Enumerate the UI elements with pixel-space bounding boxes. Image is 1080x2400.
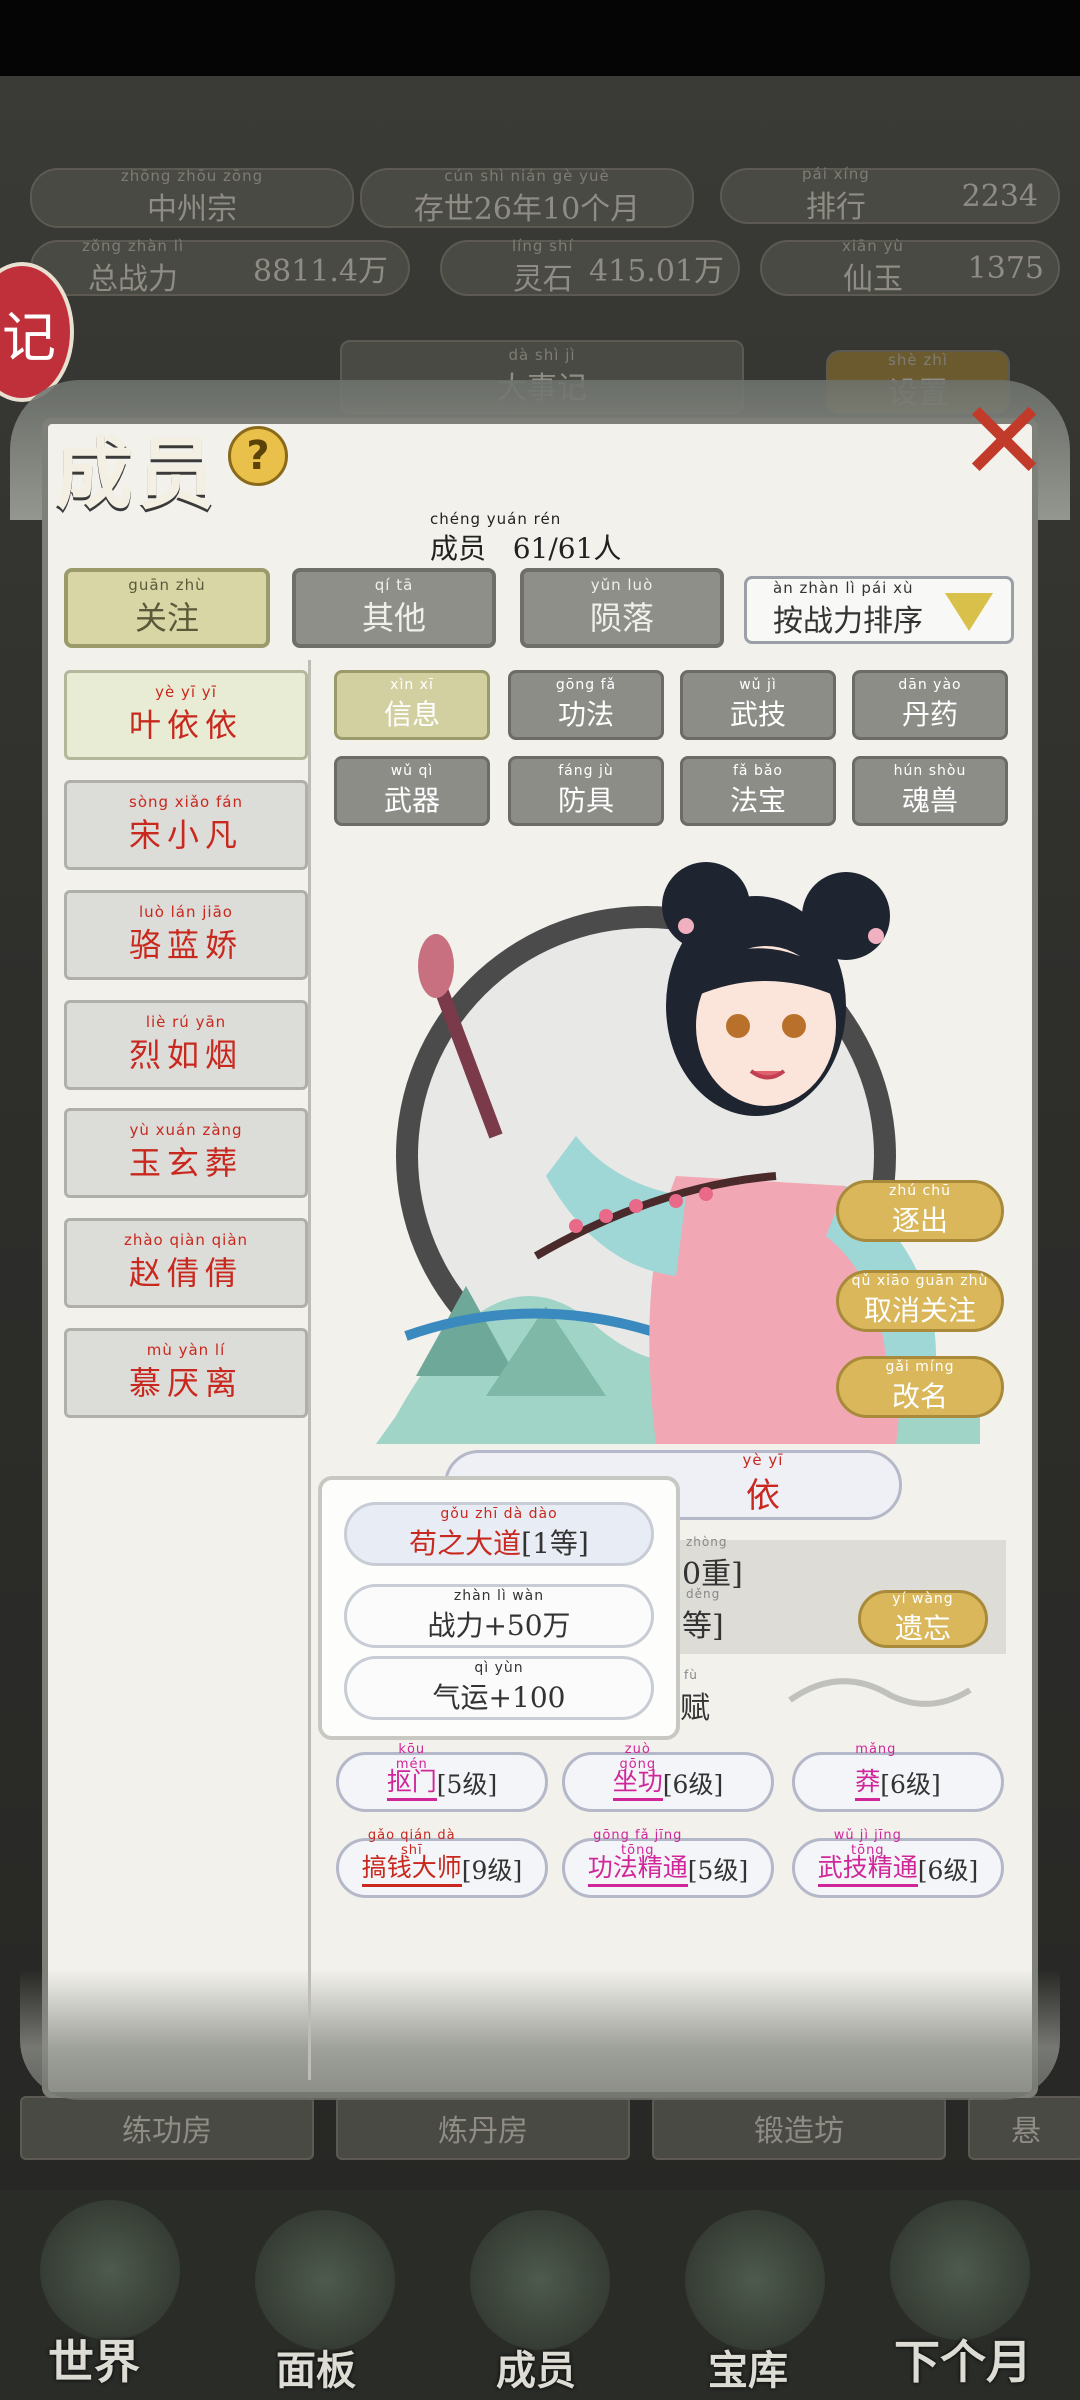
talent-tooltip: gǒu zhī dà dào 苟之大道[1等] zhàn lì wàn 战力+50… [318,1476,680,1740]
immortal-jade-bar: xiān yù 仙玉 1375 [760,238,1060,297]
ink-swirl-decoration [788,1678,972,1707]
immortal-jade-value: 1375 [967,250,1044,286]
luck-bonus: qì yùn 气运+100 [344,1656,654,1720]
member-item[interactable]: liè rú yān 烈如烟 [64,1000,308,1090]
member-count: chéng yuán rén 成员 61/61人 [430,510,622,566]
trait-badge[interactable]: zuò gōng 坐功 [6级] [562,1742,774,1812]
expel-button[interactable]: zhú chū 逐出 [836,1180,1004,1242]
help-icon[interactable]: ? [228,426,288,486]
panel-bottom-decoration [20,1970,1060,2100]
spirit-stone-value: 415.01万 [589,254,724,289]
subtab-weapon[interactable]: wǔ qì 武器 [334,756,490,826]
nav-next-month[interactable]: 下个月 [894,2326,1032,2392]
room-more[interactable]: 悬 [968,2096,1080,2160]
rank-value: 2234 [961,178,1038,214]
tab-fallen[interactable]: yǔn luò 陨落 [520,568,724,648]
rank-bar[interactable]: pái xíng 排行 2234 [720,166,1060,225]
nav-panel[interactable]: 面板 [276,2338,356,2396]
spirit-stone-bar: líng shí 灵石 415.01万 [440,238,740,297]
subtab-treasure[interactable]: fǎ bǎo 法宝 [680,756,836,826]
panel-title: 成员 [55,429,220,520]
nav-members[interactable]: 成员 [496,2338,576,2396]
sect-age-bar: cún shì nián gè yuè 存世26年10个月 [360,168,694,228]
nav-treasury[interactable]: 宝库 [708,2338,788,2396]
member-item[interactable]: yè yī yī 叶依依 [64,670,308,760]
world-icon [40,2200,180,2340]
unfollow-button[interactable]: qǔ xiāo guān zhù 取消关注 [836,1270,1004,1332]
member-item[interactable]: sòng xiǎo fán 宋小凡 [64,780,308,870]
sect-name-bar: zhōng zhōu zōng 中州宗 [30,168,354,228]
member-item[interactable]: mù yàn lí 慕厌离 [64,1328,308,1418]
trait-badge[interactable]: kōu mén 抠门 [5级] [336,1742,548,1812]
talent-title: gǒu zhī dà dào 苟之大道[1等] [344,1502,654,1566]
trait-badge[interactable]: gǎo qián dà shī 搞钱大师 [9级] [336,1828,548,1898]
member-item[interactable]: luò lán jiāo 骆蓝娇 [64,890,308,980]
trait-badge[interactable]: wǔ jì jīng tōng 武技精通 [6级] [792,1828,1004,1898]
room-training[interactable]: 练功房 [20,2096,314,2160]
tab-others[interactable]: qí tā 其他 [292,568,496,648]
tab-following[interactable]: guān zhù 关注 [64,568,270,648]
talent-row: fù 赋 [680,1668,710,1726]
trait-badge[interactable]: mǎng 莽 [6级] [792,1742,1004,1812]
sort-dropdown[interactable]: àn zhàn lì pái xù 按战力排序 [744,576,1014,644]
total-power-value: 8811.4万 [253,254,388,289]
subtab-armor[interactable]: fáng jù 防具 [508,756,664,826]
member-item[interactable]: yù xuán zàng 玉玄葬 [64,1108,308,1198]
panel-divider [308,660,311,2080]
forget-button[interactable]: yí wàng 遗忘 [858,1590,988,1648]
panel-icon [255,2210,395,2350]
subtab-pills[interactable]: dān yào 丹药 [852,670,1008,740]
subtab-martial[interactable]: wǔ jì 武技 [680,670,836,740]
total-power-bar: zǒng zhàn lì 总战力 8811.4万 [30,238,410,297]
member-item[interactable]: zhào qiàn qiàn 赵倩倩 [64,1218,308,1308]
member-icon [470,2210,610,2350]
subtab-beast[interactable]: hún shòu 魂兽 [852,756,1008,826]
subtab-info[interactable]: xìn xī 信息 [334,670,490,740]
subtab-skills[interactable]: gōng fǎ 功法 [508,670,664,740]
room-alchemy[interactable]: 炼丹房 [336,2096,630,2160]
rename-button[interactable]: gǎi míng 改名 [836,1356,1004,1418]
dropdown-arrow-icon [945,593,993,631]
power-bonus: zhàn lì wàn 战力+50万 [344,1584,654,1648]
treasury-icon [685,2210,825,2350]
status-bar [0,0,1080,76]
room-forge[interactable]: 锻造坊 [652,2096,946,2160]
close-icon[interactable]: ✕ [958,386,1050,496]
nav-world[interactable]: 世界 [48,2326,140,2392]
trait-badge[interactable]: gōng fǎ jīng tōng 功法精通 [5级] [562,1828,774,1898]
next-month-icon [890,2200,1030,2340]
